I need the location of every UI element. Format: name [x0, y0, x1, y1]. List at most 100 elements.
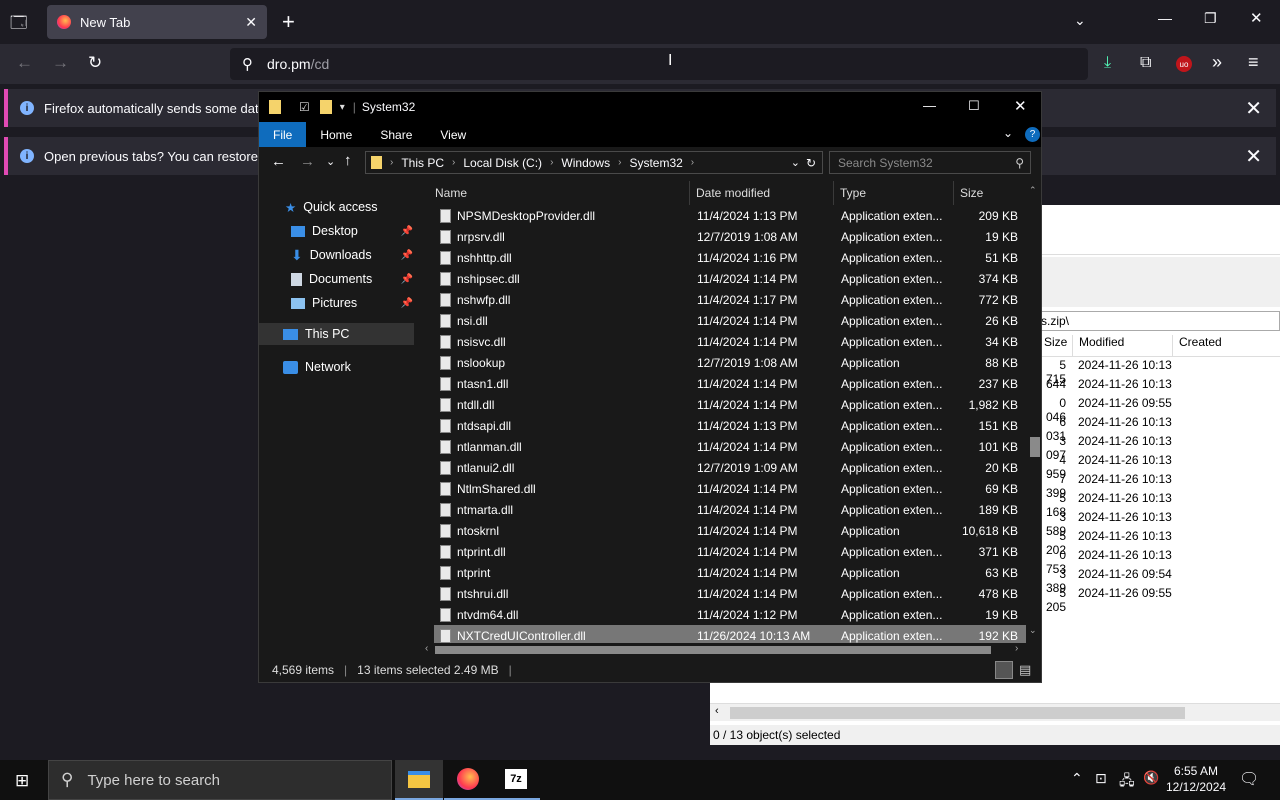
- scroll-thumb[interactable]: [435, 646, 991, 654]
- sevenzip-taskbar-icon[interactable]: 7z: [492, 760, 540, 800]
- properties-icon[interactable]: ☑: [299, 100, 310, 114]
- forward-button[interactable]: →: [300, 153, 315, 170]
- address-dropdown-icon[interactable]: ⌄: [791, 156, 800, 169]
- nav-network[interactable]: Network: [283, 356, 351, 378]
- list-item[interactable]: 3 389 2024-11-26 09:54: [1042, 567, 1172, 595]
- table-row[interactable]: ntoskrnl 11/4/2024 1:14 PM Application 10,6…: [434, 520, 1026, 541]
- volume-muted-icon[interactable]: 🔇: [1143, 770, 1159, 786]
- customize-toolbar-icon[interactable]: ▾: [340, 102, 345, 113]
- scroll-left-icon[interactable]: ‹: [425, 643, 428, 654]
- nav-quick-access[interactable]: ★ Quick access: [285, 196, 378, 218]
- column-size[interactable]: Size: [954, 181, 1029, 205]
- new-tab-button[interactable]: +: [282, 9, 295, 35]
- hamburger-menu-icon[interactable]: ≡: [1248, 52, 1259, 73]
- refresh-icon[interactable]: ↻: [806, 156, 816, 170]
- table-row[interactable]: nshhttp.dll 11/4/2024 1:16 PM Application …: [434, 247, 1026, 268]
- table-row[interactable]: NtlmShared.dll 11/4/2024 1:14 PM Applicati…: [434, 478, 1026, 499]
- list-item[interactable]: 0 046 2024-11-26 09:55: [1042, 396, 1172, 424]
- scroll-thumb[interactable]: [730, 707, 1185, 719]
- nav-downloads[interactable]: ⬇ Downloads 📌: [291, 244, 413, 266]
- tray-app-icon[interactable]: ⊡: [1095, 770, 1107, 787]
- nav-this-pc[interactable]: This PC: [259, 323, 414, 345]
- notifications-icon[interactable]: 🗨: [1239, 769, 1259, 789]
- table-row[interactable]: NPSMDesktopProvider.dll 11/4/2024 1:13 PM…: [434, 205, 1026, 226]
- tab-share[interactable]: Share: [366, 122, 426, 147]
- scroll-right-icon[interactable]: ›: [1015, 643, 1018, 654]
- horizontal-scrollbar[interactable]: ‹ ›: [421, 643, 1029, 657]
- nav-pictures[interactable]: Pictures 📌: [291, 292, 413, 314]
- back-button[interactable]: ←: [271, 153, 286, 170]
- table-row[interactable]: nshwfp.dll 11/4/2024 1:17 PM Application e…: [434, 289, 1026, 310]
- windows-start-icon[interactable]: ⊞: [15, 771, 29, 791]
- scroll-left-icon[interactable]: ‹: [715, 705, 719, 717]
- network-icon[interactable]: 🖧: [1119, 770, 1135, 794]
- help-icon[interactable]: ?: [1025, 127, 1040, 142]
- list-item[interactable]: 5 715 2024-11-26 10:13: [1042, 358, 1172, 386]
- table-row[interactable]: ntlanui2.dll 12/7/2019 1:09 AM Application…: [434, 457, 1026, 478]
- taskbar-search[interactable]: ⚲ Type here to search: [48, 760, 392, 800]
- overflow-menu-icon[interactable]: »: [1212, 52, 1222, 73]
- close-notification-button[interactable]: ✕: [1245, 144, 1262, 169]
- minimize-button[interactable]: —: [923, 98, 936, 113]
- minimize-button[interactable]: —: [1158, 10, 1172, 26]
- file-explorer-taskbar-icon[interactable]: [395, 760, 443, 800]
- list-item[interactable]: 5 168 2024-11-26 10:13: [1042, 491, 1172, 519]
- nav-desktop[interactable]: Desktop 📌: [291, 220, 413, 242]
- expand-ribbon-icon[interactable]: ⌄: [1003, 126, 1013, 140]
- table-row[interactable]: nsisvc.dll 11/4/2024 1:14 PM Application e…: [434, 331, 1026, 352]
- new-folder-icon[interactable]: [319, 100, 332, 114]
- browser-tab[interactable]: New Tab ✕: [47, 5, 267, 39]
- forward-button[interactable]: →: [52, 53, 69, 73]
- large-icons-view-icon[interactable]: ▤: [1019, 662, 1031, 678]
- recent-locations-icon[interactable]: ⌄: [326, 155, 335, 168]
- list-item[interactable]: 644 2024-11-26 10:13: [1042, 377, 1172, 396]
- table-row[interactable]: ntvdm64.dll 11/4/2024 1:12 PM Application …: [434, 604, 1026, 625]
- table-row[interactable]: ntlanman.dll 11/4/2024 1:14 PM Application…: [434, 436, 1026, 457]
- firefox-taskbar-icon[interactable]: [444, 760, 492, 800]
- list-item[interactable]: 3 097 2024-11-26 10:13: [1042, 434, 1172, 462]
- close-window-button[interactable]: ✕: [1250, 9, 1263, 27]
- col-created[interactable]: Created: [1172, 335, 1272, 356]
- maximize-button[interactable]: ☐: [968, 98, 980, 114]
- tab-list-chevron-icon[interactable]: ⌄: [1074, 12, 1086, 29]
- breadcrumb-this-pc[interactable]: This PC: [401, 156, 444, 170]
- sevenzip-path-bar[interactable]: s.zip\: [1040, 311, 1280, 331]
- tab-file[interactable]: File: [259, 122, 307, 147]
- firefox-view-icon[interactable]: 🗔: [10, 12, 27, 39]
- table-row[interactable]: nrpsrv.dll 12/7/2019 1:08 AM Application e…: [434, 226, 1026, 247]
- column-type[interactable]: Type: [834, 181, 954, 205]
- up-button[interactable]: ↑: [344, 152, 352, 169]
- col-size[interactable]: Size: [1040, 335, 1072, 356]
- extensions-icon[interactable]: ⧉: [1140, 54, 1151, 72]
- vertical-scrollbar[interactable]: ⌃ ⌄: [1029, 181, 1041, 641]
- column-date-modified[interactable]: Date modified: [690, 181, 834, 205]
- search-box[interactable]: Search System32 ⚲: [829, 151, 1031, 174]
- address-bar[interactable]: › This PC › Local Disk (C:) › Windows › …: [365, 151, 823, 174]
- table-row[interactable]: nslookup 12/7/2019 1:08 AM Application 88 K…: [434, 352, 1026, 373]
- column-name[interactable]: Name: [429, 181, 690, 205]
- list-item[interactable]: 5 202 2024-11-26 10:13: [1042, 529, 1172, 557]
- clock[interactable]: 6:55 AM 12/12/2024: [1166, 763, 1226, 795]
- scroll-thumb[interactable]: [1030, 437, 1040, 457]
- breadcrumb-local-disk[interactable]: Local Disk (C:): [463, 156, 542, 170]
- back-button[interactable]: ←: [16, 53, 33, 73]
- list-item[interactable]: 4 959 2024-11-26 10:13: [1042, 453, 1172, 481]
- table-row[interactable]: ntdsapi.dll 11/4/2024 1:13 PM Application …: [434, 415, 1026, 436]
- close-button[interactable]: ✕: [1014, 97, 1027, 115]
- col-modified[interactable]: Modified: [1072, 335, 1172, 356]
- download-icon[interactable]: ⤓: [1104, 54, 1111, 72]
- table-row[interactable]: ntmarta.dll 11/4/2024 1:14 PM Application …: [434, 499, 1026, 520]
- close-notification-button[interactable]: ✕: [1245, 96, 1262, 121]
- scroll-up-icon[interactable]: ⌃: [1029, 185, 1037, 196]
- details-view-icon[interactable]: [995, 661, 1013, 679]
- list-item[interactable]: 3 589 2024-11-26 10:13: [1042, 510, 1172, 538]
- url-bar[interactable]: ⚲ dro.pm/cd: [230, 48, 1088, 80]
- ublock-icon[interactable]: uo: [1176, 56, 1192, 72]
- table-row[interactable]: ntshrui.dll 11/4/2024 1:14 PM Application …: [434, 583, 1026, 604]
- list-item[interactable]: 6 031 2024-11-26 10:13: [1042, 415, 1172, 443]
- close-tab-icon[interactable]: ✕: [245, 14, 257, 31]
- tab-view[interactable]: View: [426, 122, 480, 147]
- nav-documents[interactable]: Documents 📌: [291, 268, 413, 290]
- breadcrumb-system32[interactable]: System32: [629, 156, 682, 170]
- sevenzip-hscrollbar[interactable]: ‹: [710, 703, 1280, 721]
